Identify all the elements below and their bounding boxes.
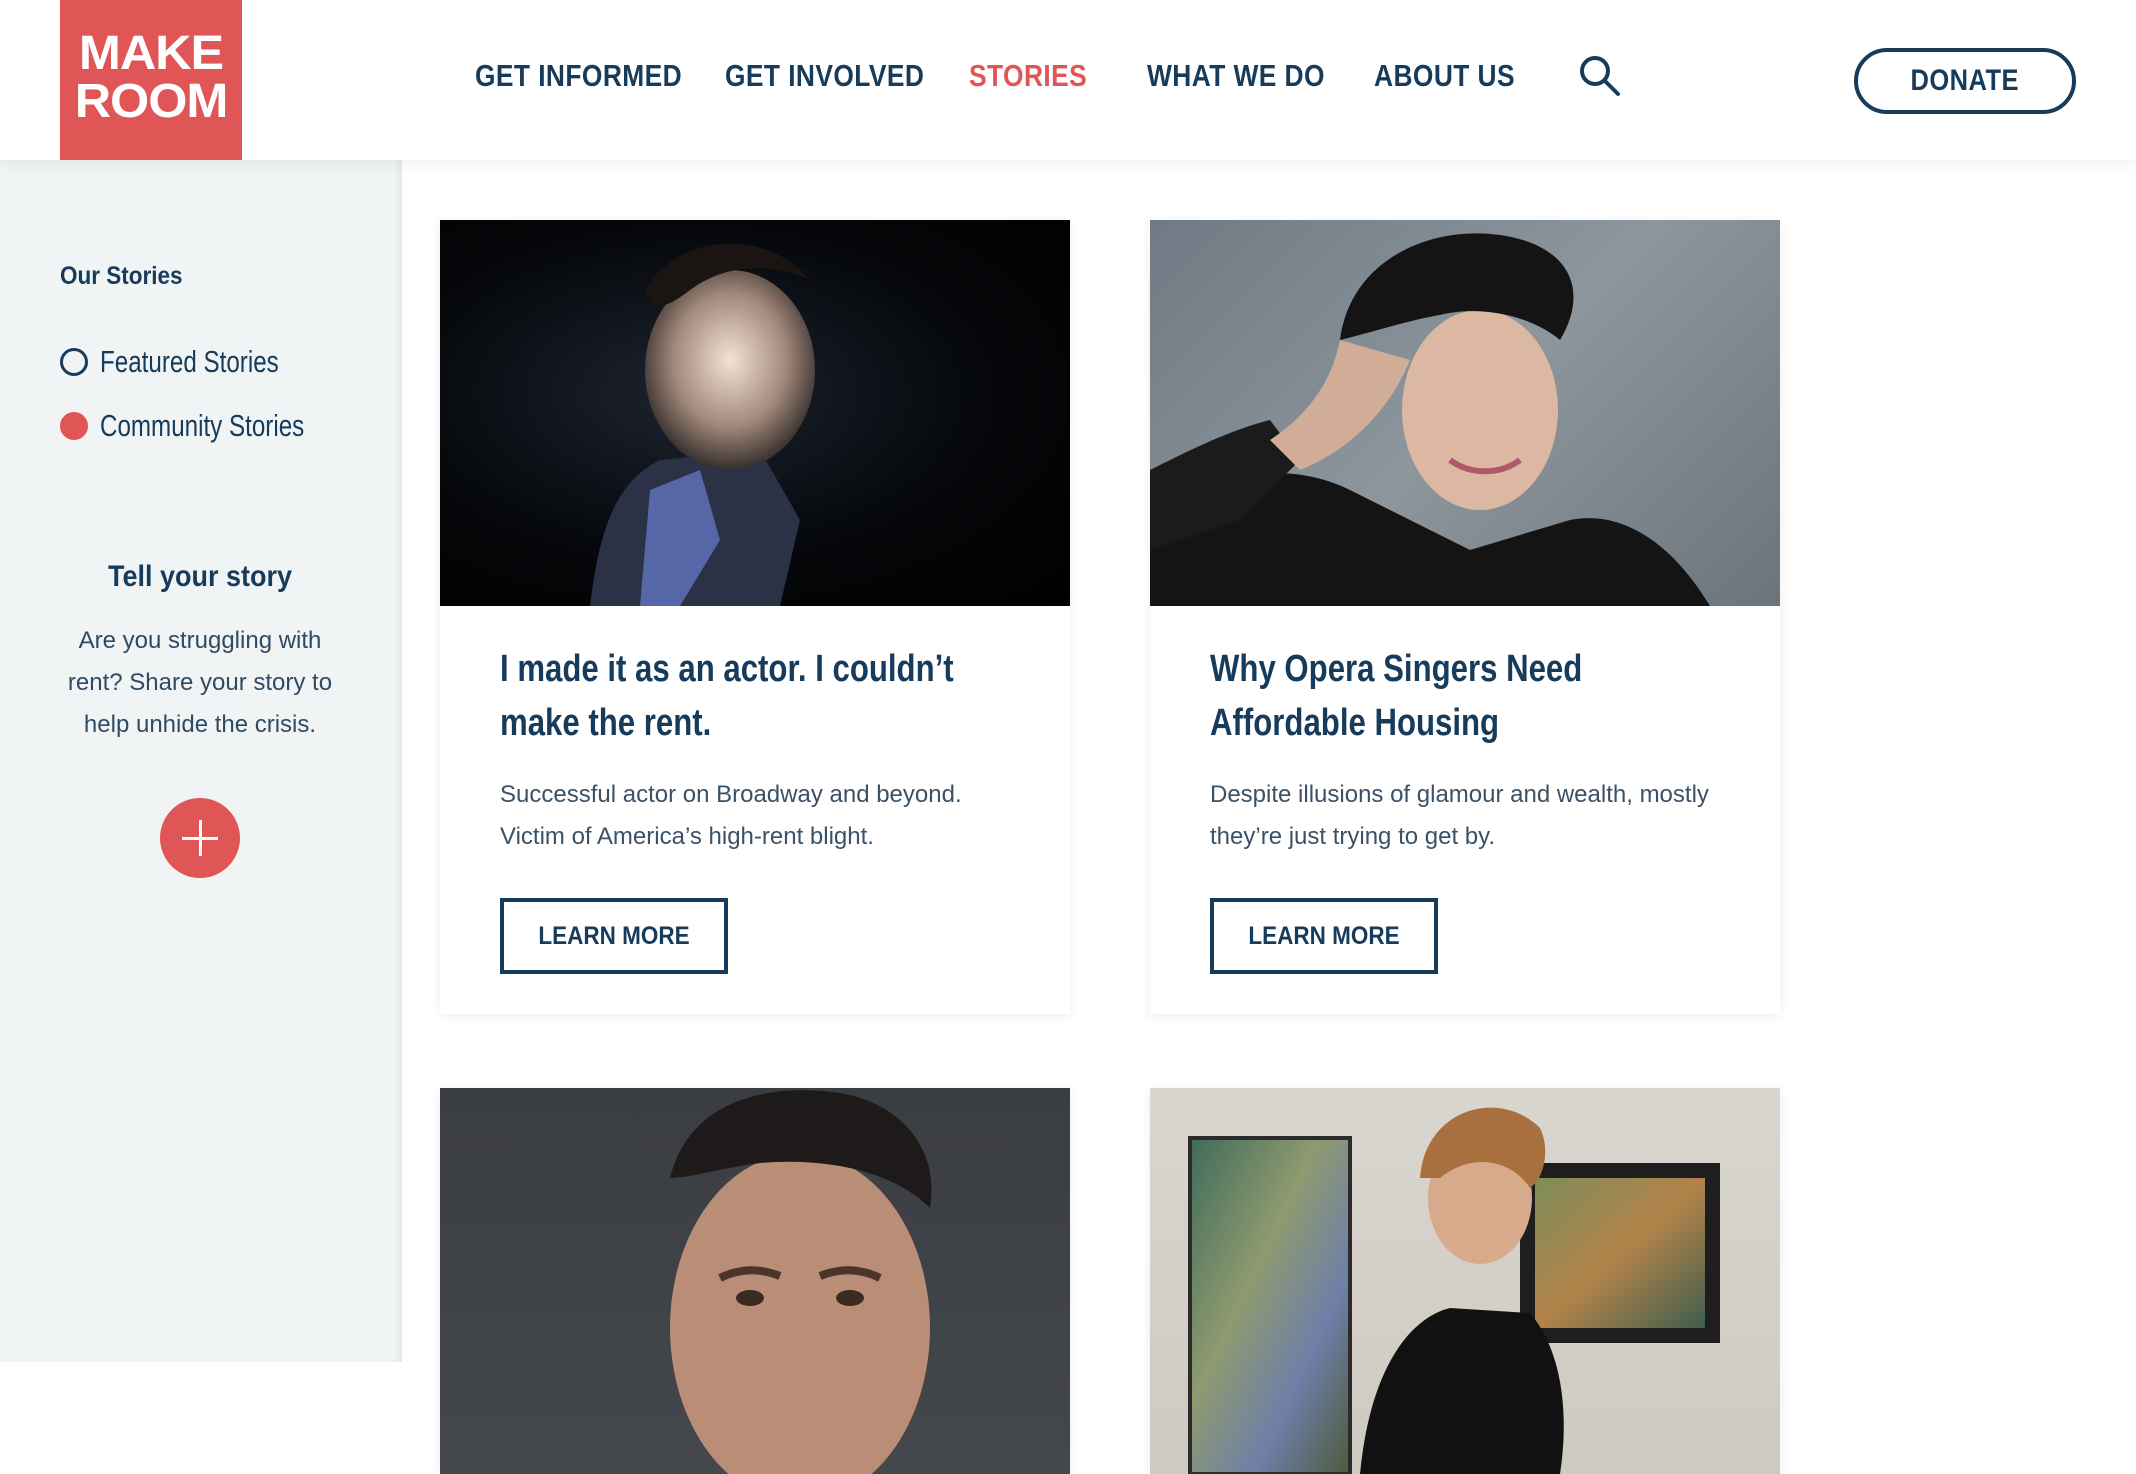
logo-line-2: ROOM bbox=[74, 75, 229, 128]
radio-icon[interactable] bbox=[60, 348, 88, 376]
learn-more-label: LEARN MORE bbox=[538, 921, 690, 950]
story-title[interactable]: Why Opera Singers Need Affordable Housin… bbox=[1210, 642, 1718, 750]
nav-get-involved[interactable]: GET INVOLVED bbox=[725, 58, 924, 94]
radio-selected-icon[interactable] bbox=[60, 412, 88, 440]
tell-your-story: Tell your story Are you struggling with … bbox=[40, 560, 360, 746]
tell-title: Tell your story bbox=[107, 560, 293, 593]
nav-stories[interactable]: STORIES bbox=[969, 58, 1087, 94]
site-header: MAKE ROOM GET INFORMED GET INVOLVED STOR… bbox=[0, 0, 2136, 160]
add-story-button[interactable] bbox=[160, 798, 240, 878]
story-description: Despite illusions of glamour and wealth,… bbox=[1210, 781, 1709, 850]
story-photo-opera-singer[interactable] bbox=[1150, 220, 1780, 606]
story-photo-man[interactable] bbox=[440, 1088, 1070, 1474]
stories-sidebar: Our Stories Featured Stories Community S… bbox=[0, 160, 402, 1362]
logo-line-1: MAKE bbox=[78, 27, 224, 80]
search-icon[interactable] bbox=[1578, 54, 1622, 98]
donate-button[interactable]: DONATE bbox=[1854, 48, 2076, 114]
story-card bbox=[1150, 1088, 1780, 1474]
story-title[interactable]: I made it as an actor. I couldn’t make t… bbox=[500, 642, 1008, 750]
filter-community-stories[interactable]: Community Stories bbox=[60, 408, 362, 444]
story-photo-actor[interactable] bbox=[440, 220, 1070, 606]
make-room-logo[interactable]: MAKE ROOM bbox=[60, 0, 242, 160]
sidebar-title: Our Stories bbox=[60, 262, 183, 290]
nav-about-us[interactable]: ABOUT US bbox=[1374, 58, 1515, 94]
story-card bbox=[440, 1088, 1070, 1474]
learn-more-button[interactable]: LEARN MORE bbox=[500, 898, 728, 974]
donate-label: DONATE bbox=[1910, 64, 2020, 97]
story-description: Successful actor on Broadway and beyond.… bbox=[500, 781, 962, 850]
story-photo-artist[interactable] bbox=[1150, 1088, 1780, 1474]
tell-text: Are you struggling with rent? Share your… bbox=[67, 627, 333, 738]
nav-what-we-do[interactable]: WHAT WE DO bbox=[1147, 58, 1325, 94]
learn-more-button[interactable]: LEARN MORE bbox=[1210, 898, 1438, 974]
filter-label: Featured Stories bbox=[100, 344, 279, 379]
filter-featured-stories[interactable]: Featured Stories bbox=[60, 344, 329, 380]
learn-more-label: LEARN MORE bbox=[1248, 921, 1400, 950]
nav-get-informed[interactable]: GET INFORMED bbox=[475, 58, 682, 94]
filter-label: Community Stories bbox=[100, 408, 305, 443]
story-card: I made it as an actor. I couldn’t make t… bbox=[440, 220, 1070, 1014]
story-card: Why Opera Singers Need Affordable Housin… bbox=[1150, 220, 1780, 1014]
